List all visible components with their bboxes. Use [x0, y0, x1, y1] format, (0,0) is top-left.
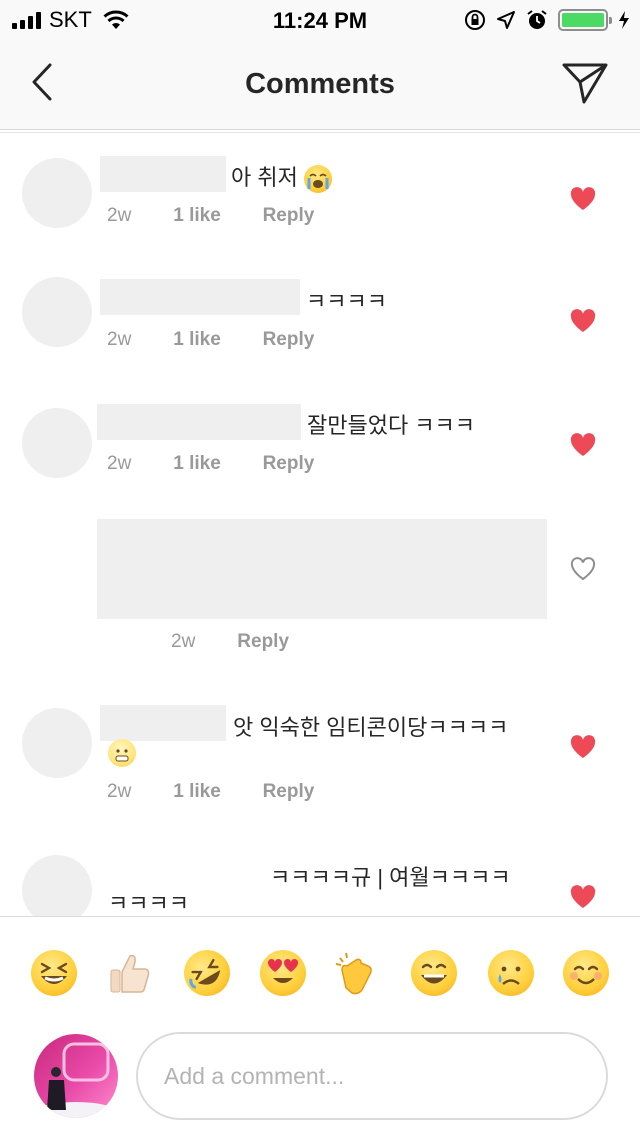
comment-text: ㅋㅋㅋㅋ규 | 여월ㅋㅋㅋㅋ — [270, 865, 511, 890]
status-bar: SKT 11:24 PM — [0, 0, 640, 40]
send-button[interactable] — [560, 58, 610, 108]
nav-bar: Comments — [0, 40, 640, 133]
username-redacted[interactable] — [100, 156, 226, 192]
smiling-blush-emoji[interactable] — [563, 950, 609, 996]
paper-plane-icon — [562, 63, 608, 104]
like-count[interactable]: 1 like — [173, 781, 257, 803]
avatar[interactable] — [22, 708, 92, 778]
my-avatar — [34, 1034, 118, 1118]
emoji-quick-bar — [0, 916, 640, 1028]
grinning-emoji[interactable] — [411, 950, 457, 996]
clapping-hands-emoji[interactable] — [334, 950, 380, 996]
comment-item: 앗 익숙한 임티콘이당ㅋㅋㅋㅋ 2w 1 like Reply — [0, 688, 640, 818]
rotation-lock-icon — [465, 10, 485, 30]
reply-button[interactable]: Reply — [237, 631, 289, 652]
username-redacted[interactable] — [97, 404, 301, 440]
comment-text: 잘만들었다 ㅋㅋㅋ — [307, 413, 476, 438]
comment-meta: 2w 1 like Reply — [107, 453, 314, 475]
reply-button[interactable]: Reply — [263, 781, 315, 802]
comment-text-second-line: ㅋㅋㅋㅋ — [108, 891, 189, 916]
comment-composer — [0, 1028, 640, 1136]
avatar[interactable] — [22, 408, 92, 478]
comment-text: ㅋㅋㅋㅋ — [306, 289, 387, 314]
comment-age: 2w — [107, 329, 132, 350]
heart-filled-icon[interactable] — [570, 885, 596, 909]
username-redacted[interactable] — [100, 279, 300, 315]
comment-item: 아 취저 2w 1 like Reply — [0, 140, 640, 250]
heart-filled-icon[interactable] — [570, 735, 596, 759]
comment-meta: 2w 1 like Reply — [107, 329, 314, 351]
comment-item-reply: 2w Reply — [0, 510, 640, 670]
comment-meta: 2w Reply — [171, 631, 289, 653]
like-count[interactable]: 1 like — [173, 329, 257, 351]
reply-button[interactable]: Reply — [263, 329, 315, 350]
comment-item: ㅋㅋㅋㅋ 2w 1 like Reply — [0, 262, 640, 372]
heart-filled-icon[interactable] — [570, 187, 596, 211]
comment-text: 앗 익숙한 임티콘이당ㅋㅋㅋㅋ — [233, 715, 509, 740]
heart-filled-icon[interactable] — [570, 433, 596, 457]
avatar[interactable] — [22, 158, 92, 228]
comment-age: 2w — [107, 453, 132, 474]
comment-input[interactable] — [136, 1032, 608, 1120]
comment-meta: 2w 1 like Reply — [107, 781, 314, 803]
battery-icon — [558, 9, 612, 31]
loudly-crying-emoji — [303, 165, 332, 194]
comment-meta: 2w 1 like Reply — [107, 205, 314, 227]
battery-level — [562, 13, 604, 27]
comment-item: 잘만들었다 ㅋㅋㅋ 2w 1 like Reply — [0, 386, 640, 496]
avatar[interactable] — [22, 277, 92, 347]
heart-eyes-emoji[interactable] — [260, 950, 306, 996]
grimacing-emoji — [108, 739, 136, 767]
username-redacted[interactable] — [100, 705, 226, 741]
comment-age: 2w — [171, 631, 196, 652]
page-title: Comments — [245, 68, 395, 100]
location-arrow-icon — [497, 11, 515, 29]
thumbs-up-emoji[interactable] — [107, 950, 153, 996]
comment-age: 2w — [107, 781, 132, 802]
reply-button[interactable]: Reply — [263, 205, 315, 226]
heart-filled-icon[interactable] — [570, 309, 596, 333]
comment-text: 아 취저 — [231, 160, 332, 194]
comment-redacted — [97, 519, 547, 619]
heart-outline-icon[interactable] — [570, 557, 596, 581]
charging-bolt-icon — [619, 11, 629, 29]
laughing-squint-emoji[interactable] — [31, 950, 77, 996]
comment-text-content: 아 취저 — [231, 165, 298, 190]
avatar[interactable] — [22, 855, 92, 916]
like-count[interactable]: 1 like — [173, 453, 257, 475]
crying-emoji[interactable] — [488, 950, 534, 996]
comment-age: 2w — [107, 205, 132, 226]
rolling-laughing-emoji[interactable] — [175, 941, 239, 1005]
reply-button[interactable]: Reply — [263, 453, 315, 474]
status-right — [464, 8, 630, 32]
comment-item: ㅋㅋㅋㅋ규 | 여월ㅋㅋㅋㅋ ㅋㅋㅋㅋ — [0, 840, 640, 916]
like-count[interactable]: 1 like — [173, 205, 257, 227]
alarm-icon — [527, 10, 547, 29]
